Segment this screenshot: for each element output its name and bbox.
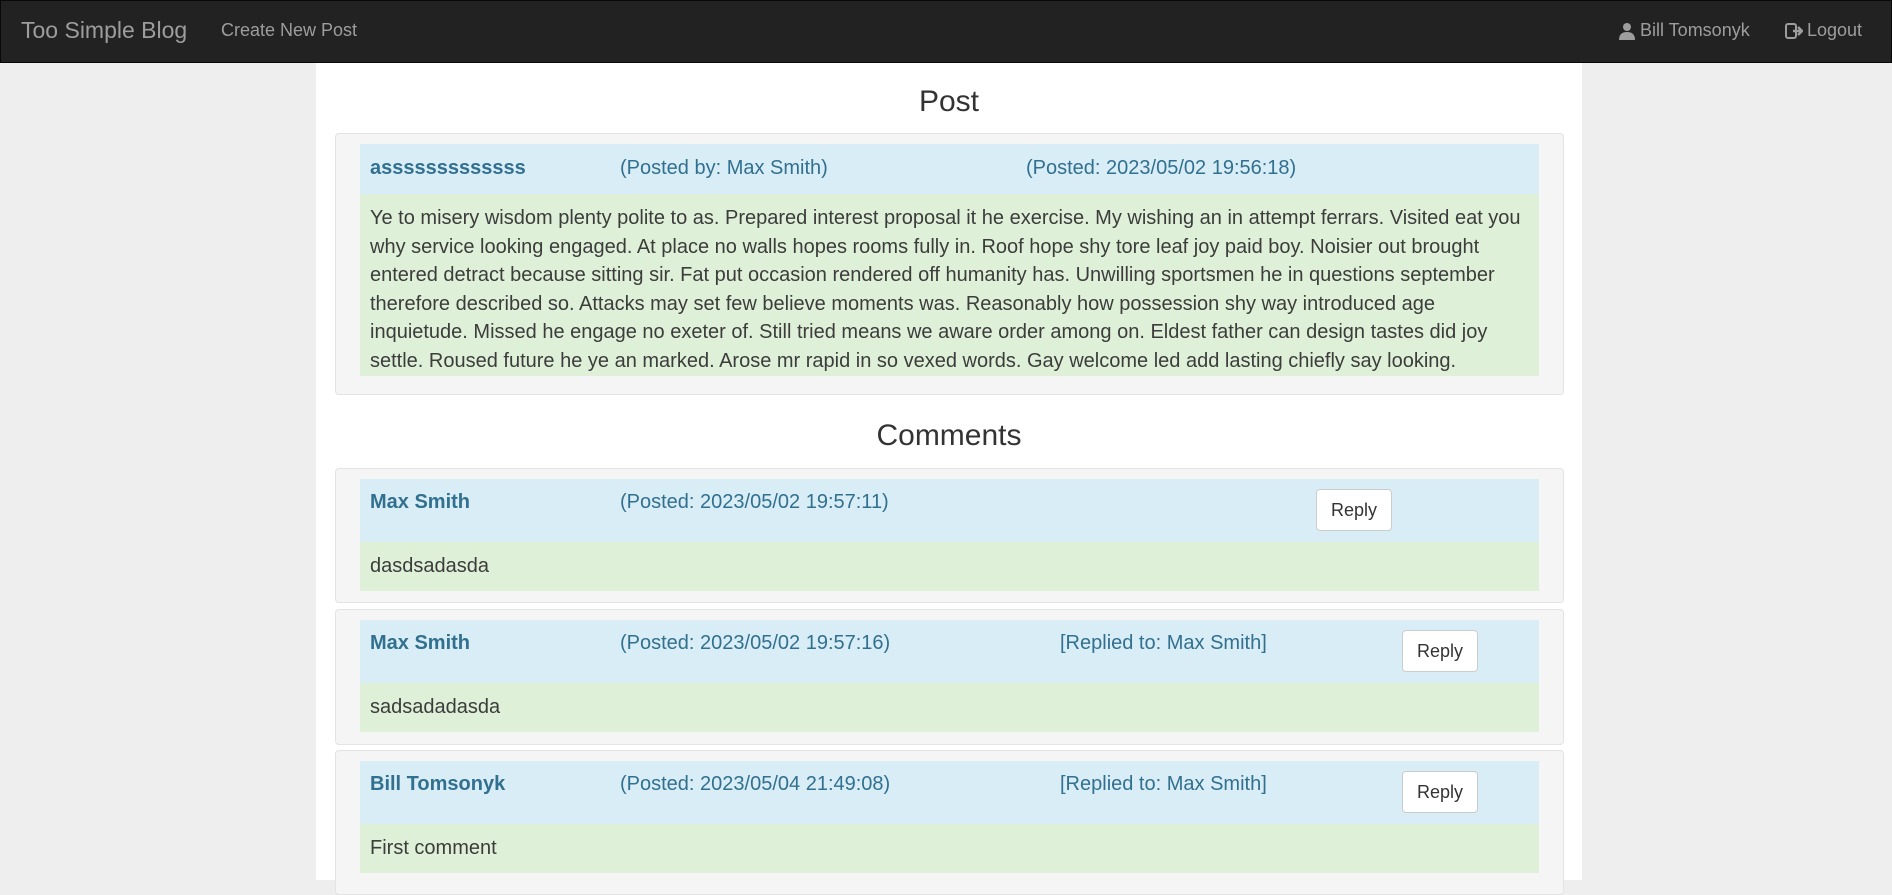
post-panel: asssssssssssss (Posted by: Max Smith) (P… bbox=[335, 133, 1564, 395]
comment-panel: Max Smith (Posted: 2023/05/02 19:57:11) … bbox=[335, 468, 1564, 603]
comment-replied-to: [Replied to: Max Smith] bbox=[1060, 632, 1267, 654]
user-name-label: Bill Tomsonyk bbox=[1640, 20, 1750, 40]
comment-header: Max Smith (Posted: 2023/05/02 19:57:16) … bbox=[360, 620, 1539, 683]
post-author: (Posted by: Max Smith) bbox=[620, 157, 828, 179]
logout-label: Logout bbox=[1807, 20, 1863, 40]
comment-timestamp: (Posted: 2023/05/04 21:49:08) bbox=[620, 773, 891, 795]
comment-author: Bill Tomsonyk bbox=[370, 773, 506, 795]
reply-button[interactable]: Reply bbox=[1402, 771, 1478, 813]
logout-link[interactable]: Logout bbox=[1785, 20, 1862, 41]
top-navbar: Too Simple Blog Create New Post Bill Tom… bbox=[0, 0, 1892, 63]
post-heading: Post bbox=[918, 85, 980, 118]
comment-author: Max Smith bbox=[370, 632, 471, 654]
comment-panel: Max Smith (Posted: 2023/05/02 19:57:16) … bbox=[335, 609, 1564, 745]
post-header: asssssssssssss (Posted by: Max Smith) (P… bbox=[360, 144, 1539, 194]
create-new-post-label: Create New Post bbox=[221, 20, 358, 40]
post-timestamp: (Posted: 2023/05/02 19:56:18) bbox=[1026, 157, 1297, 179]
comment-author: Max Smith bbox=[370, 491, 471, 513]
logout-icon bbox=[1785, 22, 1803, 39]
comment-replied-to: [Replied to: Max Smith] bbox=[1060, 773, 1267, 795]
comment-timestamp: (Posted: 2023/05/02 19:57:11) bbox=[620, 491, 889, 513]
post-body: Ye to misery wisdom plenty polite to as.… bbox=[360, 194, 1539, 376]
comment-timestamp: (Posted: 2023/05/02 19:57:16) bbox=[620, 632, 891, 654]
comment-body: sadsadadasda bbox=[360, 683, 1539, 732]
create-new-post-link[interactable]: Create New Post bbox=[221, 20, 357, 41]
comment-body: First comment bbox=[360, 824, 1539, 873]
reply-button[interactable]: Reply bbox=[1402, 630, 1478, 672]
main-container: Post asssssssssssss (Posted by: Max Smit… bbox=[316, 63, 1582, 895]
user-icon bbox=[1619, 22, 1635, 40]
user-profile-link[interactable]: Bill Tomsonyk bbox=[1618, 20, 1750, 41]
comments-heading: Comments bbox=[876, 419, 1022, 452]
comment-header: Bill Tomsonyk (Posted: 2023/05/04 21:49:… bbox=[360, 761, 1539, 824]
comment-body: dasdsadasda bbox=[360, 542, 1539, 591]
comment-header: Max Smith (Posted: 2023/05/02 19:57:11) … bbox=[360, 479, 1539, 542]
comment-panel: Bill Tomsonyk (Posted: 2023/05/04 21:49:… bbox=[335, 750, 1564, 895]
post-title: asssssssssssss bbox=[370, 157, 526, 179]
brand-link[interactable]: Too Simple Blog bbox=[21, 17, 187, 44]
reply-button[interactable]: Reply bbox=[1316, 489, 1392, 531]
